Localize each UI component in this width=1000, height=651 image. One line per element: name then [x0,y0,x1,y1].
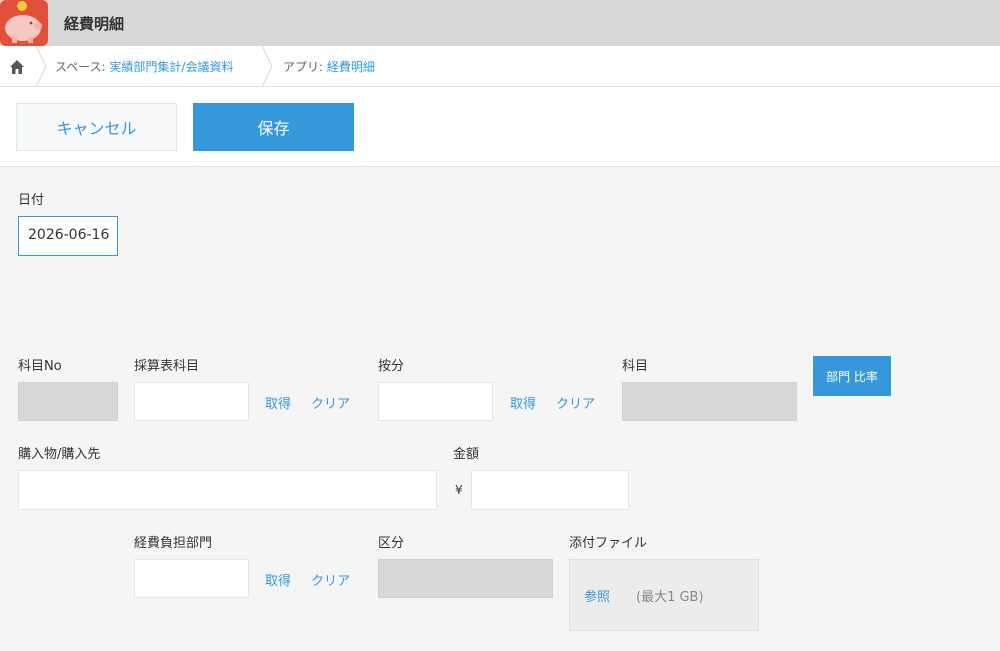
breadcrumb-separator [35,46,47,87]
save-button[interactable]: 保存 [193,103,354,151]
app-title: 経費明細 [64,15,125,33]
breadcrumb-space: スペース: 実績部門集計/会議資料 [55,60,234,74]
cancel-button[interactable]: キャンセル [16,103,177,151]
budget-account-clear-link[interactable]: クリア [311,393,350,412]
breadcrumb-separator [261,46,273,87]
purchase-input[interactable] [18,470,437,510]
amount-label: 金額 [453,447,480,462]
attachment-browse-link[interactable]: 参照 [584,586,610,605]
cost-dept-fetch-link[interactable]: 取得 [265,570,291,589]
allocation-fetch-link[interactable]: 取得 [510,393,536,412]
attachment-label: 添付ファイル [569,536,648,551]
account-no-label: 科目No [18,359,62,374]
category-field [378,559,553,598]
date-input[interactable]: 2026-06-16 [18,216,118,256]
category-label: 区分 [378,536,405,551]
piggy-bank-icon [0,0,48,46]
attachment-limit-note: (最大1 GB) [636,590,704,605]
account-field [622,382,797,421]
purchase-label: 購入物/購入先 [18,447,101,462]
breadcrumb: スペース: 実績部門集計/会議資料 アプリ: 経費明細 [0,46,1000,87]
budget-account-label: 採算表科目 [134,359,200,374]
date-label: 日付 [18,193,45,208]
breadcrumb-app-link[interactable]: 経費明細 [327,60,375,74]
allocation-label: 按分 [378,359,405,374]
cost-dept-clear-link[interactable]: クリア [311,570,350,589]
budget-account-input[interactable] [134,382,249,421]
home-icon[interactable] [8,58,26,76]
breadcrumb-app: アプリ: 経費明細 [283,60,375,74]
toolbar: キャンセル 保存 [0,87,1000,167]
cost-dept-label: 経費負担部門 [134,536,213,551]
breadcrumb-space-link[interactable]: 実績部門集計/会議資料 [109,60,233,74]
budget-account-fetch-link[interactable]: 取得 [265,393,291,412]
amount-input[interactable] [471,470,629,510]
allocation-clear-link[interactable]: クリア [556,393,595,412]
currency-symbol: ¥ [455,483,463,497]
app-header: 経費明細 [0,0,1000,46]
account-label: 科目 [622,359,649,374]
account-no-field [18,382,118,421]
dept-ratio-button[interactable]: 部門 比率 [813,356,891,396]
attachment-dropzone[interactable]: 参照 (最大1 GB) [569,559,759,631]
cost-dept-input[interactable] [134,559,249,598]
allocation-input[interactable] [378,382,493,421]
